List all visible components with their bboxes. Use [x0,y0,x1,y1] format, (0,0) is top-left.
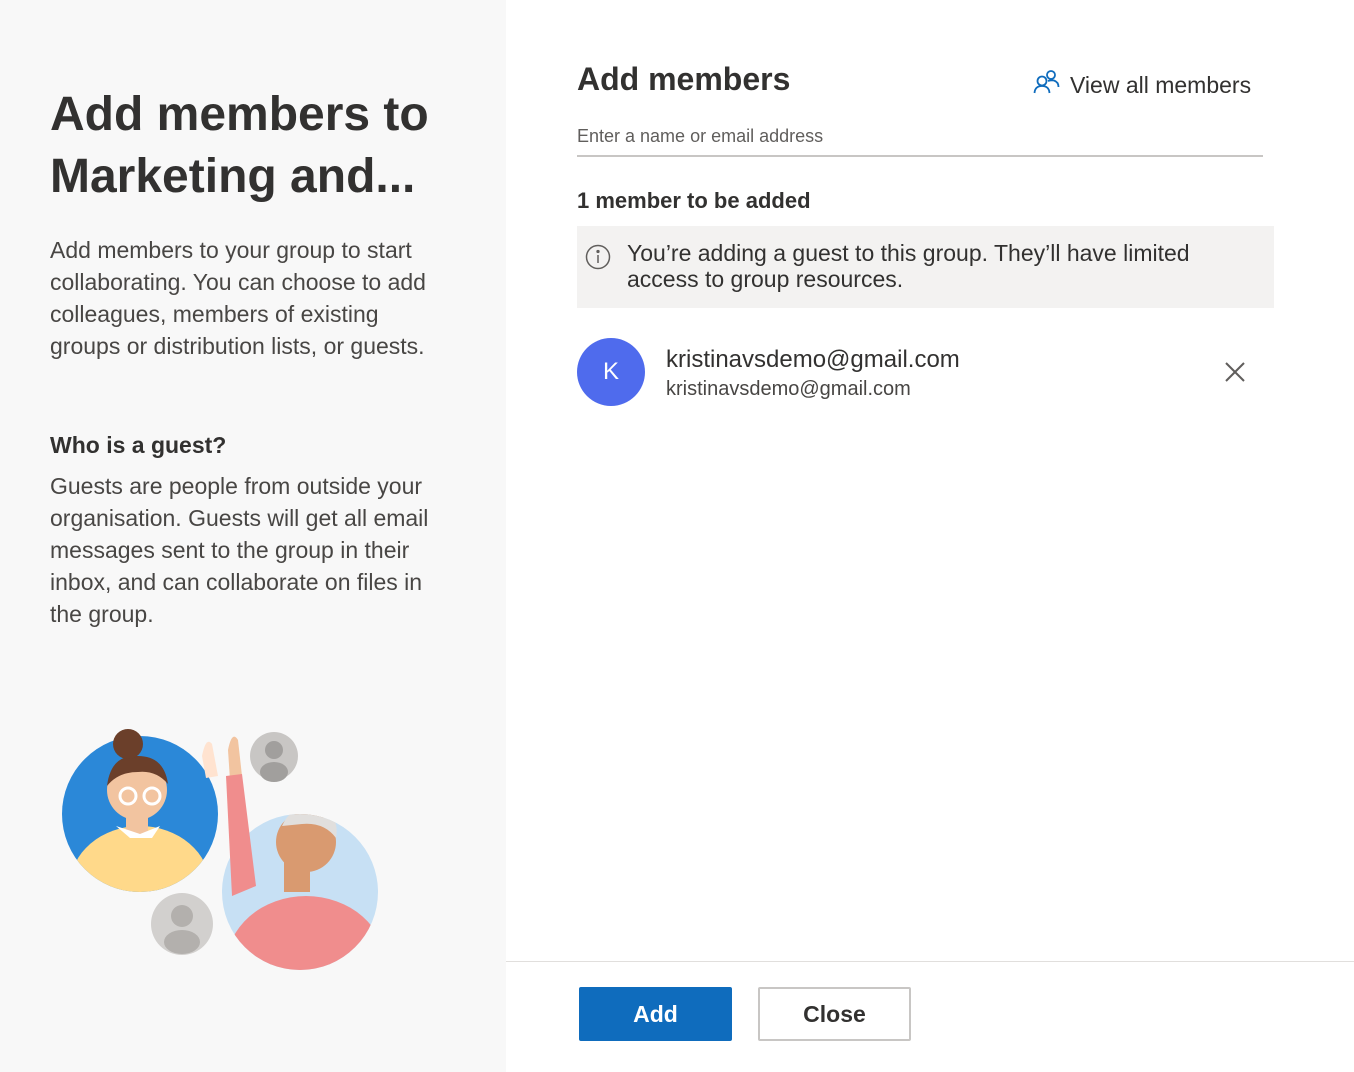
add-button[interactable]: Add [579,987,732,1041]
member-count: 1 member to be added [577,188,811,213]
guest-notice-text: You’re adding a guest to this group. The… [627,240,1190,292]
add-members-dialog: Add members to Marketing and... Add memb… [0,0,1354,1072]
dialog-title: Add members [577,61,791,97]
guest-notice: You’re adding a guest to this group. The… [577,226,1274,308]
panel-description: Add members to your group to start colla… [50,237,426,359]
member-search-input[interactable] [577,118,1263,157]
add-members-panel: Add members View all members 1 member to… [506,0,1354,1072]
close-button[interactable]: Close [758,987,911,1041]
collaboration-illustration [62,729,378,970]
avatar: K [577,338,645,406]
info-panel: Add members to Marketing and... Add memb… [0,0,506,1072]
dialog-footer: Add Close [506,961,1354,1072]
people-icon [1032,68,1060,102]
close-icon [1225,362,1245,382]
guest-heading: Who is a guest? [50,432,227,458]
member-name: kristinavsdemo@gmail.com [666,346,960,373]
member-email: kristinavsdemo@gmail.com [666,378,911,400]
remove-member-button[interactable] [1221,358,1249,386]
view-all-members-label: View all members [1070,71,1252,98]
panel-title: Add members to Marketing and... [50,88,429,203]
view-all-members-link[interactable]: View all members [1032,68,1251,102]
info-icon [585,244,611,270]
guest-description: Guests are people from outside your orga… [50,473,429,627]
member-list-item: K kristinavsdemo@gmail.com kristinavsdem… [577,338,1257,408]
